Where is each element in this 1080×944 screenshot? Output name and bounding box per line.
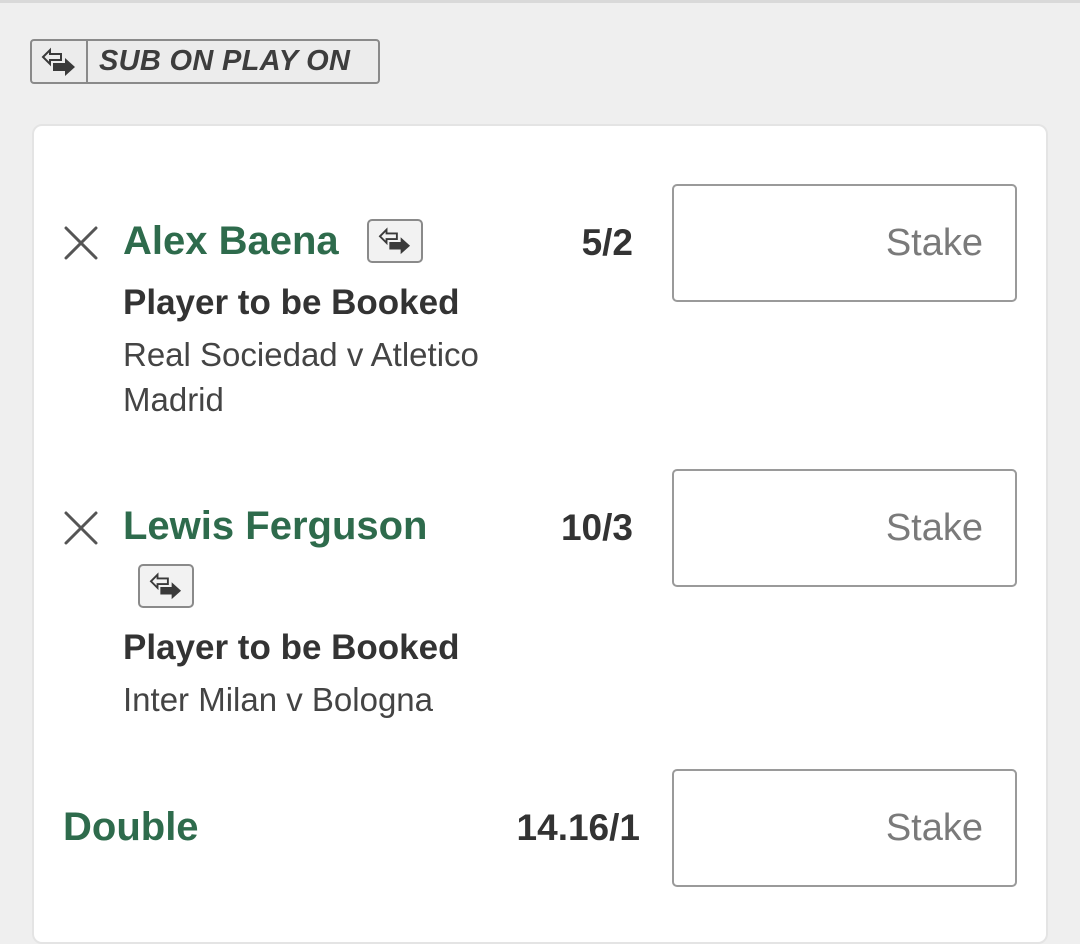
remove-selection-button[interactable]	[63, 225, 99, 261]
remove-selection-button[interactable]	[63, 510, 99, 546]
top-divider	[0, 0, 1080, 3]
selection-odds: 5/2	[581, 222, 633, 263]
stake-input[interactable]	[672, 469, 1017, 587]
stake-input[interactable]	[672, 184, 1017, 302]
close-icon	[64, 226, 98, 260]
event-name: Inter Milan v Bologna	[123, 681, 434, 718]
multiple-odds: 14.16/1	[516, 807, 640, 848]
market-name: Player to be Booked	[123, 283, 460, 322]
sub-on-play-on-badge: SUB ON PLAY ON	[30, 39, 380, 84]
close-icon	[64, 511, 98, 545]
selection-name: Lewis Ferguson	[123, 504, 428, 548]
selection-name: Alex Baena	[123, 219, 339, 263]
multiple-label: Double	[63, 805, 199, 849]
sub-swap-icon	[32, 41, 88, 82]
stake-input[interactable]	[672, 769, 1017, 887]
selection-odds: 10/3	[560, 507, 633, 548]
sub-swap-icon	[367, 219, 423, 263]
sub-swap-icon	[138, 564, 194, 608]
market-name: Player to be Booked	[123, 628, 460, 667]
event-name: Real Sociedad v Atletico	[123, 336, 479, 373]
badge-label: SUB ON PLAY ON	[99, 45, 351, 77]
event-name-continued: Madrid	[123, 381, 224, 418]
